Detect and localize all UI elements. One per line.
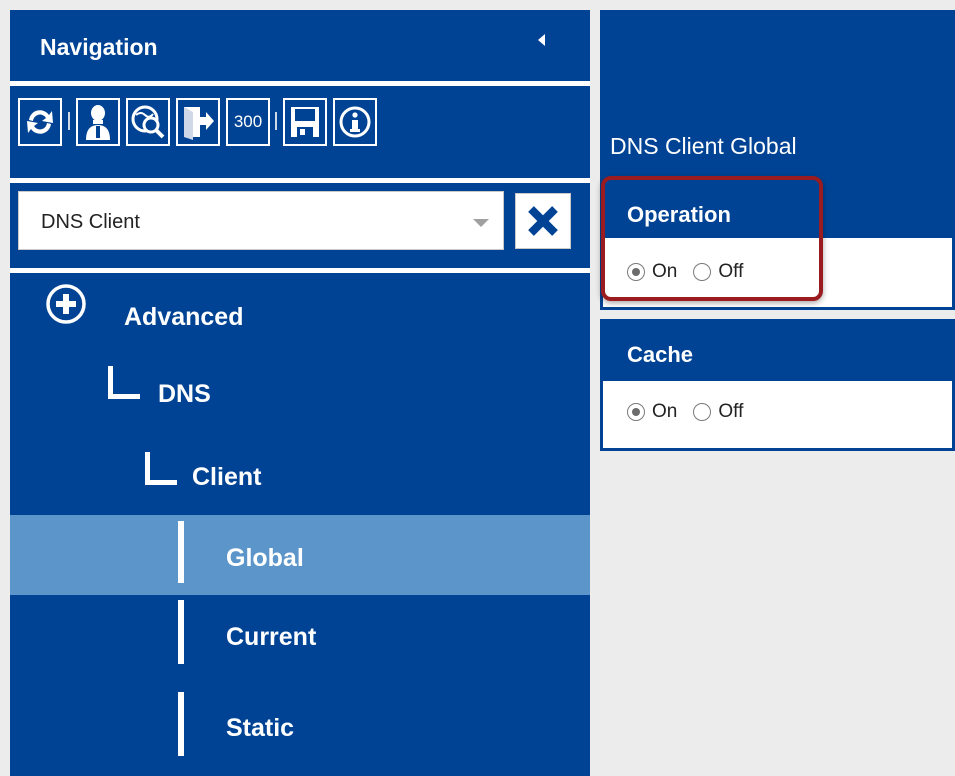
tree-item-label: Client [192, 463, 262, 491]
tree-item-current[interactable]: Current [10, 595, 590, 675]
timeout-300-button[interactable]: 300 [226, 98, 270, 146]
filter-bar: DNS Client [10, 183, 590, 268]
tree-connector [178, 521, 184, 583]
tree-item-label: DNS [158, 380, 211, 408]
tree-item-dns[interactable]: DNS [10, 353, 590, 433]
section-title: Cache [627, 342, 694, 367]
save-icon [291, 107, 319, 137]
module-filter-select[interactable]: DNS Client [18, 191, 504, 250]
module-filter-value: DNS Client [41, 211, 140, 233]
tree-item-label: Global [226, 544, 304, 572]
navigation-header: Navigation [10, 10, 590, 81]
toolbar-separator [275, 112, 277, 130]
cache-radio-group: On Off [627, 401, 759, 423]
toolbar-separator [68, 112, 70, 130]
page-title: DNS Client Global [610, 133, 797, 159]
close-icon [528, 206, 558, 236]
logout-icon [184, 107, 214, 140]
tree-connector [108, 366, 140, 399]
cache-on-radio[interactable] [627, 403, 645, 421]
expand-plus-icon[interactable] [45, 283, 87, 325]
globe-search-icon [131, 105, 165, 139]
tree-connector [178, 692, 184, 756]
info-icon [339, 106, 371, 138]
tree-connector [145, 452, 177, 485]
clear-filter-button[interactable] [515, 193, 571, 249]
radio-label: Off [718, 401, 744, 422]
user-icon [86, 105, 110, 140]
chevron-down-icon [473, 219, 489, 227]
radio-label: On [652, 401, 678, 422]
tree-item-static[interactable]: Static [10, 675, 590, 756]
tree-item-label: Static [226, 714, 295, 742]
search-network-button[interactable] [126, 98, 170, 146]
cache-off-radio[interactable] [693, 403, 712, 421]
highlight-annotation [601, 176, 823, 301]
refresh-button[interactable] [18, 98, 62, 146]
tree-item-advanced[interactable]: Advanced [10, 273, 590, 353]
navigation-title: Navigation [40, 34, 158, 60]
collapse-sidebar-icon[interactable] [538, 34, 545, 46]
tree-item-global[interactable]: Global [10, 515, 590, 595]
info-button[interactable] [333, 98, 377, 146]
navigation-sidebar: Navigation 300 DNS Client Advanced DNS C… [10, 10, 590, 776]
tree-connector [178, 600, 184, 664]
logout-button[interactable] [176, 98, 220, 146]
refresh-icon [27, 110, 53, 134]
tree-item-label: Advanced [124, 303, 244, 331]
section-header: Cache [603, 322, 952, 381]
save-button[interactable] [283, 98, 327, 146]
tree-item-label: Current [226, 623, 317, 651]
toolbar: 300 [10, 86, 590, 178]
cache-section: Cache On Off [600, 319, 955, 451]
tree-item-client[interactable]: Client [10, 433, 590, 515]
navigation-tree: Advanced DNS Client Global Current Stati… [10, 273, 590, 776]
user-button[interactable] [76, 98, 120, 146]
